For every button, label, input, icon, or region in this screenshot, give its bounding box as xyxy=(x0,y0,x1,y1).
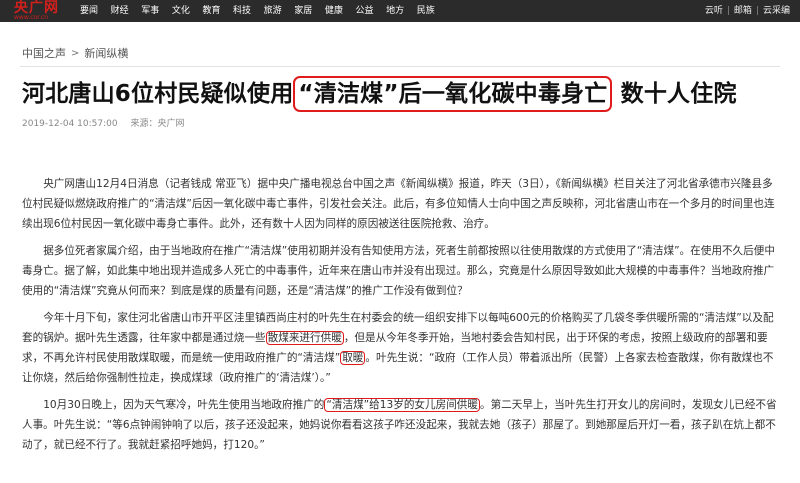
nav-item-jiaoyu[interactable]: 教育 xyxy=(202,0,220,22)
breadcrumb-item-zhongguozhisheng[interactable]: 中国之声 xyxy=(22,45,66,61)
nav-item-yaowen[interactable]: 要闻 xyxy=(80,0,98,22)
title-part-before: 河北唐山6位村民疑似使用 xyxy=(22,81,294,107)
link-separator: | xyxy=(726,6,730,16)
nav-item-junshi[interactable]: 军事 xyxy=(141,0,159,22)
account-links: 云听 | 邮箱 | 云采编 xyxy=(705,0,790,22)
nav-item-minzu[interactable]: 民族 xyxy=(417,0,435,22)
nav-item-lvyou[interactable]: 旅游 xyxy=(264,0,282,22)
nav-item-keji[interactable]: 科技 xyxy=(233,0,251,22)
nav-item-caijing[interactable]: 财经 xyxy=(111,0,129,22)
site-logo[interactable]: 央广网 www.cnr.cn xyxy=(14,1,74,21)
paragraph-text: 据多位死者家属介绍，由于当地政府在推广“清洁煤”使用初期并没有告知使用方法，死者… xyxy=(22,245,775,297)
paragraph-text: 央广网唐山12月4日消息（记者钱成 常亚飞）据中央广播电视总台中国之声《新闻纵横… xyxy=(22,178,775,230)
highlight-box: 散煤来进行供暖 xyxy=(265,331,344,345)
logo-brand: 央广网 xyxy=(14,0,59,16)
logo-url: www.cnr.cn xyxy=(14,14,49,21)
nav-item-jiankang[interactable]: 健康 xyxy=(325,0,343,22)
link-yunting[interactable]: 云听 xyxy=(705,0,723,22)
highlight-box: 取暖 xyxy=(340,351,366,365)
chevron-right-icon: > xyxy=(71,47,80,59)
highlight-box: “清洁煤”给13岁的女儿房间供暖 xyxy=(324,398,480,412)
paragraph-4: 10月30日晚上，因为天气寒冷，叶先生使用当地政府推广的 “清洁煤”给13岁的女儿… xyxy=(22,395,782,455)
link-separator: | xyxy=(755,6,759,16)
channel-nav: 要闻 财经 军事 文化 教育 科技 旅游 家居 健康 公益 地方 民族 xyxy=(80,0,447,22)
divider xyxy=(20,66,780,67)
title-highlight-box: “清洁煤”后一氧化碳中毒身亡 xyxy=(293,76,613,112)
article-meta: 2019-12-04 10:57:00 来源：央广网 xyxy=(22,116,194,129)
nav-item-wenhua[interactable]: 文化 xyxy=(172,0,190,22)
breadcrumb: 中国之声 > 新闻纵横 xyxy=(22,45,128,61)
link-yuncaibian[interactable]: 云采编 xyxy=(763,0,790,22)
article-title: 河北唐山6位村民疑似使用 “清洁煤”后一氧化碳中毒身亡 数十人住院 xyxy=(22,74,737,114)
title-part-after: 数十人住院 xyxy=(612,81,737,107)
article-body: 央广网唐山12月4日消息（记者钱成 常亚飞）据中央广播电视总台中国之声《新闻纵横… xyxy=(22,174,782,462)
publish-date: 2019-12-04 10:57:00 xyxy=(22,119,118,129)
nav-item-gongyi[interactable]: 公益 xyxy=(355,0,373,22)
paragraph-text: 10月30日晚上，因为天气寒冷，叶先生使用当地政府推广的 xyxy=(43,399,325,411)
article-source: 来源：央广网 xyxy=(130,119,185,129)
top-nav-bar: 央广网 www.cnr.cn 要闻 财经 军事 文化 教育 科技 旅游 家居 健… xyxy=(0,0,800,22)
link-mailbox[interactable]: 邮箱 xyxy=(734,0,752,22)
breadcrumb-item-xinwenzongheng[interactable]: 新闻纵横 xyxy=(84,45,128,61)
nav-item-difang[interactable]: 地方 xyxy=(386,0,404,22)
paragraph-1: 央广网唐山12月4日消息（记者钱成 常亚飞）据中央广播电视总台中国之声《新闻纵横… xyxy=(22,174,782,234)
paragraph-2: 据多位死者家属介绍，由于当地政府在推广“清洁煤”使用初期并没有告知使用方法，死者… xyxy=(22,241,782,301)
paragraph-3: 今年十月下旬，家住河北省唐山市开平区洼里镇西尚庄村的叶先生在村委会的统一组织安排… xyxy=(22,308,782,388)
nav-item-jiaju[interactable]: 家居 xyxy=(294,0,312,22)
